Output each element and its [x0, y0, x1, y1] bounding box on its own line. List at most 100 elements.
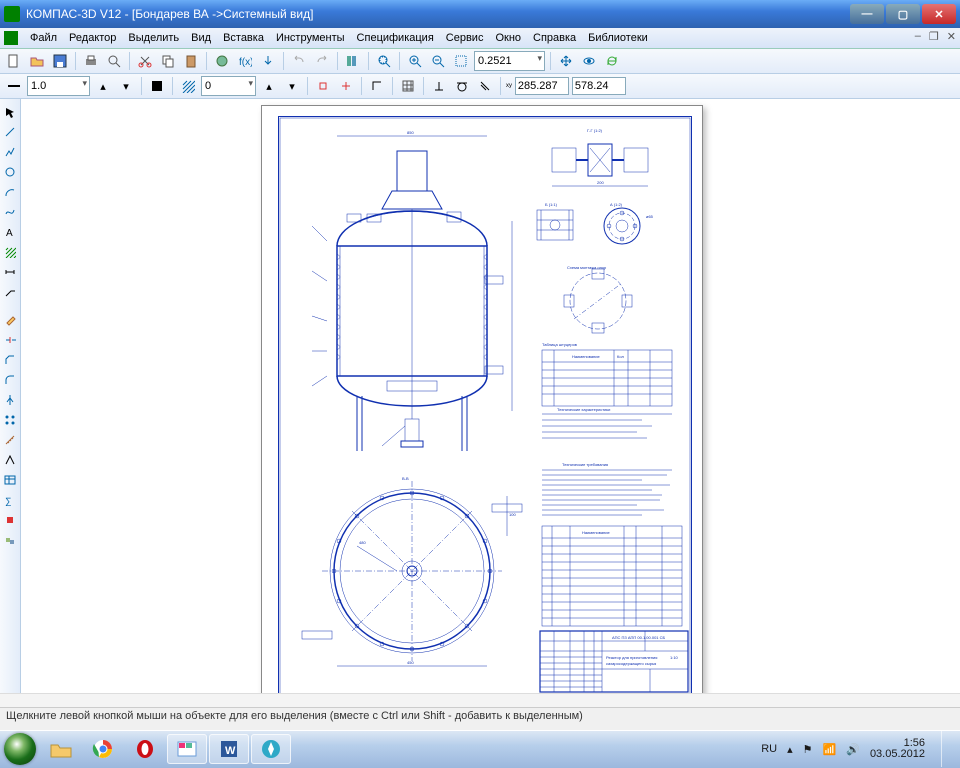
print-button[interactable]: [81, 51, 101, 71]
tray-clock[interactable]: 1:56 03.05.2012: [870, 738, 925, 760]
menu-edit[interactable]: Редактор: [63, 30, 122, 46]
spin-up-2-icon[interactable]: ▴: [259, 76, 279, 96]
hatch-button[interactable]: [178, 76, 198, 96]
variables-button[interactable]: f(x): [235, 51, 255, 71]
close-button[interactable]: ✕: [922, 4, 956, 24]
new-button[interactable]: [4, 51, 24, 71]
tray-volume-icon[interactable]: 🔊: [846, 743, 860, 756]
rebuild-button[interactable]: [602, 51, 622, 71]
mdi-minimize-button[interactable]: –: [915, 30, 921, 43]
coord-y-input[interactable]: [572, 77, 626, 95]
mdi-close-button[interactable]: ✕: [947, 30, 956, 43]
tool-leader-icon[interactable]: [1, 283, 19, 301]
tool-polyline-icon[interactable]: [1, 143, 19, 161]
menu-help[interactable]: Справка: [527, 30, 582, 46]
zoom-out-button[interactable]: [428, 51, 448, 71]
color-button[interactable]: [147, 76, 167, 96]
properties-button[interactable]: [212, 51, 232, 71]
svg-text:ø65: ø65: [646, 214, 654, 219]
menu-libraries[interactable]: Библиотеки: [582, 30, 654, 46]
tool-arc-icon[interactable]: [1, 183, 19, 201]
tray-flag-icon[interactable]: ⚑: [803, 743, 813, 756]
coord-x-input[interactable]: [515, 77, 569, 95]
ortho-button[interactable]: [367, 76, 387, 96]
save-button[interactable]: [50, 51, 70, 71]
taskbar-word-icon[interactable]: W: [209, 734, 249, 764]
spin-down-icon[interactable]: ▾: [116, 76, 136, 96]
menu-file[interactable]: Файл: [24, 30, 63, 46]
pan-button[interactable]: [556, 51, 576, 71]
tool-pointer-icon[interactable]: [1, 103, 19, 121]
menu-select[interactable]: Выделить: [122, 30, 185, 46]
svg-text:200: 200: [597, 180, 604, 185]
tool-mirror-icon[interactable]: [1, 391, 19, 409]
svg-text:Реактор для приготовления: Реактор для приготовления: [606, 655, 657, 660]
menu-tools[interactable]: Инструменты: [270, 30, 351, 46]
parallel-icon[interactable]: [475, 76, 495, 96]
preview-button[interactable]: [104, 51, 124, 71]
tool-text-icon[interactable]: A: [1, 223, 19, 241]
drawing-canvas[interactable]: 850: [21, 99, 960, 711]
maximize-button[interactable]: ▢: [886, 4, 920, 24]
snap-mid-button[interactable]: [336, 76, 356, 96]
tool-dimension-icon[interactable]: [1, 263, 19, 281]
grid-button[interactable]: [398, 76, 418, 96]
tool-hatch-icon[interactable]: [1, 243, 19, 261]
lang-indicator[interactable]: RU: [761, 743, 777, 755]
document-icon[interactable]: [4, 31, 18, 45]
menu-window[interactable]: Окно: [489, 30, 527, 46]
windows-taskbar: W RU ▴ ⚑ 📶 🔊 1:56 03.05.2012: [0, 730, 960, 768]
paste-button[interactable]: [181, 51, 201, 71]
taskbar-explorer-icon[interactable]: [41, 734, 81, 764]
offset-combo[interactable]: 0: [201, 76, 256, 96]
tool-chamfer-icon[interactable]: [1, 351, 19, 369]
cut-button[interactable]: [135, 51, 155, 71]
spin-up-icon[interactable]: ▴: [93, 76, 113, 96]
spin-down-2-icon[interactable]: ▾: [282, 76, 302, 96]
zoom-in-button[interactable]: [405, 51, 425, 71]
perpendicular-icon[interactable]: [429, 76, 449, 96]
tool-trim-icon[interactable]: [1, 331, 19, 349]
mdi-restore-button[interactable]: ❐: [929, 30, 939, 43]
tool-assembly-icon[interactable]: [1, 531, 19, 549]
snap-end-button[interactable]: [313, 76, 333, 96]
line-weight-combo[interactable]: 1.0: [27, 76, 90, 96]
tool-roughness-icon[interactable]: [1, 451, 19, 469]
tool-fillet-icon[interactable]: [1, 371, 19, 389]
zoom-window-button[interactable]: [451, 51, 471, 71]
undo-button[interactable]: [289, 51, 309, 71]
zoom-combo[interactable]: 0.2521: [474, 51, 545, 71]
open-button[interactable]: [27, 51, 47, 71]
zoom-fit-button[interactable]: [374, 51, 394, 71]
tray-up-icon[interactable]: ▴: [787, 743, 793, 756]
tool-array-icon[interactable]: [1, 411, 19, 429]
line-style-button[interactable]: [4, 76, 24, 96]
taskbar-chrome-icon[interactable]: [83, 734, 123, 764]
menu-service[interactable]: Сервис: [440, 30, 490, 46]
tray-network-icon[interactable]: 📶: [823, 743, 837, 756]
copy-button[interactable]: [158, 51, 178, 71]
library-manager-button[interactable]: [343, 51, 363, 71]
start-button[interactable]: [0, 730, 40, 768]
tool-spline-icon[interactable]: [1, 203, 19, 221]
taskbar-opera-icon[interactable]: [125, 734, 165, 764]
tool-parametric-icon[interactable]: ∑: [1, 491, 19, 509]
redo-button[interactable]: [312, 51, 332, 71]
taskbar-paint-icon[interactable]: [167, 734, 207, 764]
menu-insert[interactable]: Вставка: [217, 30, 270, 46]
tool-line-icon[interactable]: [1, 123, 19, 141]
taskbar-kompas-icon[interactable]: [251, 734, 291, 764]
tool-edit-icon[interactable]: [1, 311, 19, 329]
menu-spec[interactable]: Спецификация: [351, 30, 440, 46]
minimize-button[interactable]: —: [850, 4, 884, 24]
system-tray: RU ▴ ⚑ 📶 🔊 1:56 03.05.2012: [761, 731, 960, 767]
tangent-icon[interactable]: [452, 76, 472, 96]
tool-constraints-icon[interactable]: [1, 511, 19, 529]
orbit-button[interactable]: [579, 51, 599, 71]
menu-view[interactable]: Вид: [185, 30, 217, 46]
down-icon[interactable]: [258, 51, 278, 71]
tool-circle-icon[interactable]: [1, 163, 19, 181]
tool-table-icon[interactable]: [1, 471, 19, 489]
show-desktop-button[interactable]: [941, 731, 954, 767]
tool-measure-icon[interactable]: [1, 431, 19, 449]
